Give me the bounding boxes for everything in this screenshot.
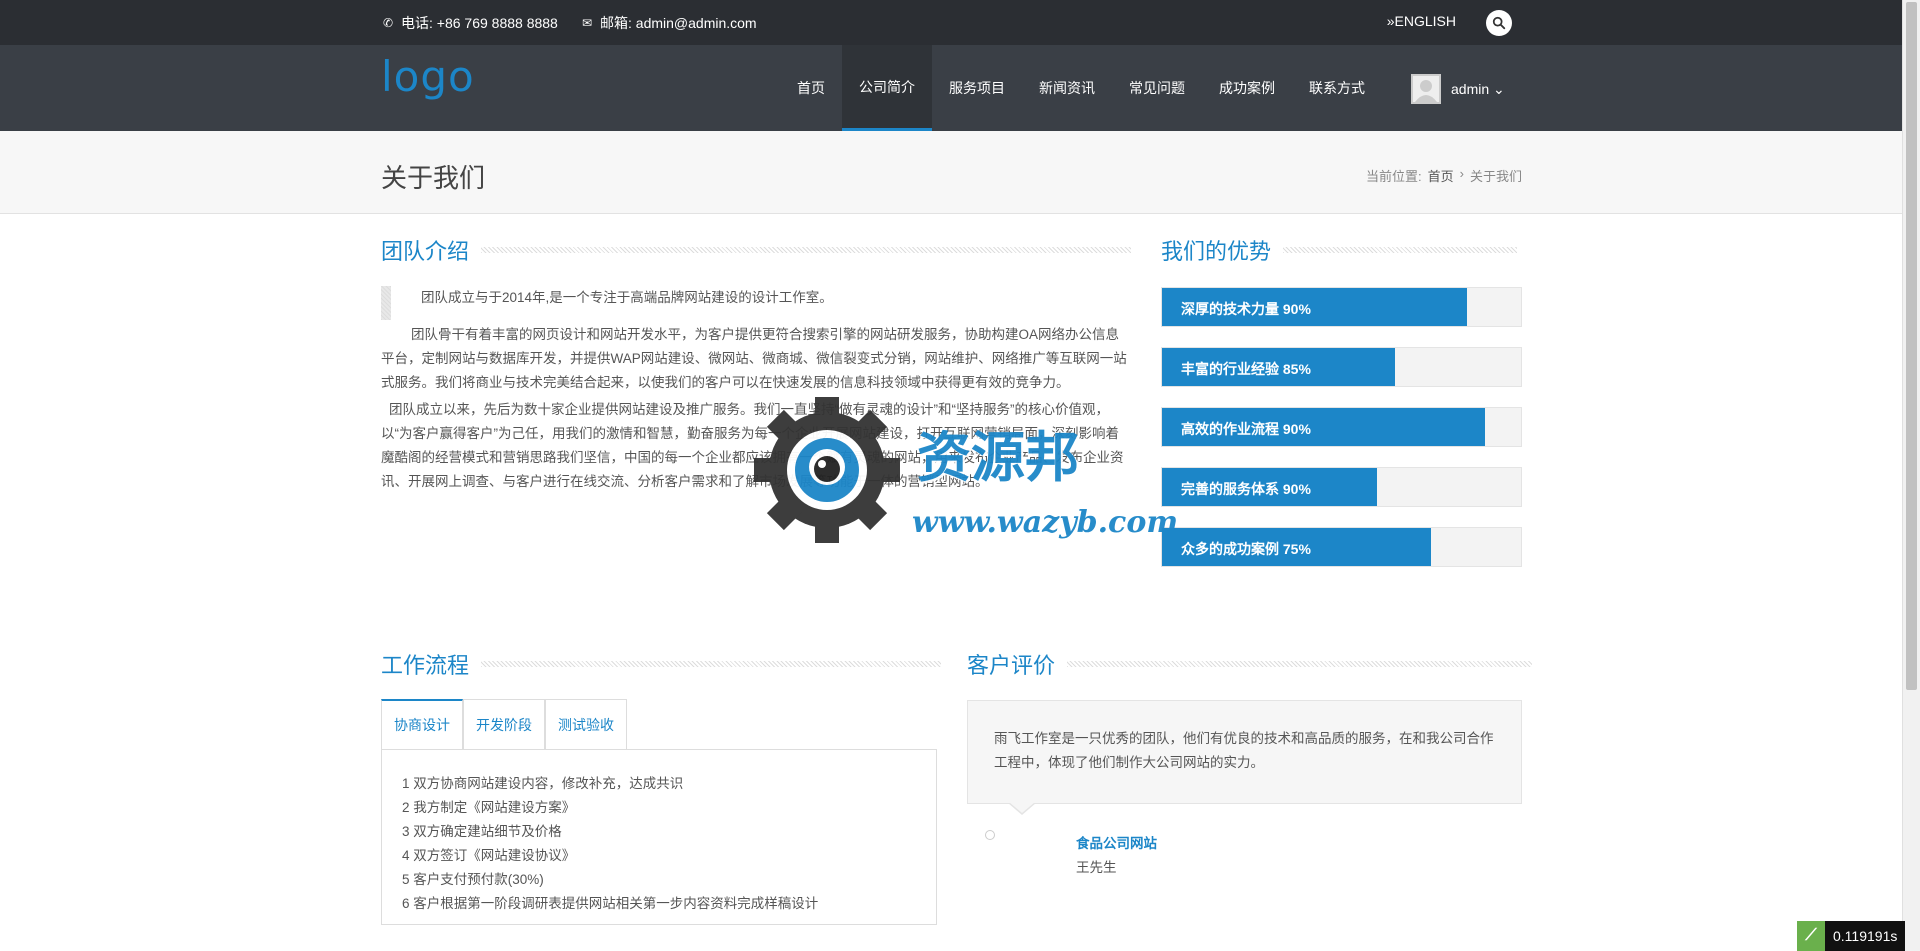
advantages-heading-text: 我们的优势 xyxy=(1161,239,1272,264)
team-paragraph-1: 团队骨干有着丰富的网页设计和网站开发水平，为客户提供更符合搜索引擎的网站研发服务… xyxy=(381,327,1127,390)
workflow-tab[interactable]: 开发阶段 xyxy=(463,699,545,749)
nav-item[interactable]: 成功案例 xyxy=(1202,45,1292,131)
workflow-step: 1 双方协商网站建设内容，修改补充，达成共识 xyxy=(402,776,684,791)
top-bar: ✆ 电话: +86 769 8888 8888 ✉ 邮箱: admin@admi… xyxy=(0,0,1902,45)
search-button[interactable] xyxy=(1486,10,1512,36)
advantage-label: 完善的服务体系 90% xyxy=(1181,481,1311,497)
timer-logo-icon: ⟋ xyxy=(1797,921,1825,951)
client-person: 王先生 xyxy=(1076,860,1117,875)
workflow-step: 5 客户支付预付款(30%) xyxy=(402,872,544,887)
advantages-heading: 我们的优势 xyxy=(1161,234,1518,266)
workflow-step: 3 双方确定建站细节及价格 xyxy=(402,824,562,839)
heading-divider xyxy=(481,661,942,667)
testimonial-arrow xyxy=(1008,802,1036,815)
workflow-tab[interactable]: 测试验收 xyxy=(545,699,627,749)
timer-value: 0.119191s xyxy=(1825,921,1906,951)
team-paragraph-2: 团队成立以来，先后为数十家企业提供网站建设及推广服务。我们一直坚持“做有灵魂的设… xyxy=(381,402,1124,489)
avatar xyxy=(1411,74,1441,104)
page-header: 关于我们 当前位置: 首页 › 关于我们 xyxy=(0,131,1902,214)
advantage-label: 众多的成功案例 75% xyxy=(1181,541,1311,557)
workflow-step: 4 双方签订《网站建设协议》 xyxy=(402,848,576,863)
mail-icon: ✉ xyxy=(581,16,593,30)
team-quote-text: 团队成立与于2014年,是一个专注于高端品牌网站建设的设计工作室。 xyxy=(421,290,833,305)
reviews-heading: 客户评价 xyxy=(967,648,1533,680)
scrollbar-thumb[interactable] xyxy=(1906,2,1917,690)
advantage-label: 高效的作业流程 90% xyxy=(1181,421,1311,437)
page-scrollbar[interactable] xyxy=(1902,0,1920,951)
page-title: 关于我们 xyxy=(381,163,486,193)
advantage-bar: 完善的服务体系 90% xyxy=(1161,467,1522,507)
phone-contact: ✆ 电话: +86 769 8888 8888 xyxy=(381,13,558,33)
breadcrumb: 当前位置: 首页 › 关于我们 xyxy=(1366,166,1522,185)
english-link[interactable]: »ENGLISH xyxy=(1387,13,1456,29)
advantage-bar: 深厚的技术力量 90% xyxy=(1161,287,1522,327)
nav-item[interactable]: 服务项目 xyxy=(932,45,1022,131)
testimonial-box: 雨飞工作室是一只优秀的团队，他们有优良的技术和高品质的服务，在和我公司合作工程中… xyxy=(967,700,1522,804)
team-quote: 团队成立与于2014年,是一个专注于高端品牌网站建设的设计工作室。 xyxy=(381,286,1130,320)
advantage-label: 深厚的技术力量 90% xyxy=(1181,301,1311,317)
site-logo[interactable]: logo xyxy=(381,52,475,101)
nav-item[interactable]: 联系方式 xyxy=(1292,45,1382,131)
user-menu[interactable]: admin ⌄ xyxy=(1411,74,1505,104)
advantage-bar: 众多的成功案例 75% xyxy=(1161,527,1522,567)
heading-divider xyxy=(481,247,1132,253)
heading-divider xyxy=(1283,247,1518,253)
watermark-url: www.wazyb.com xyxy=(912,505,1179,540)
workflow-heading: 工作流程 xyxy=(381,648,942,680)
client-name[interactable]: 食品公司网站 xyxy=(1076,832,1157,856)
advantage-bar: 高效的作业流程 90% xyxy=(1161,407,1522,447)
load-timer: ⟋ 0.119191s xyxy=(1797,921,1906,951)
workflow-tab[interactable]: 协商设计 xyxy=(381,699,463,749)
breadcrumb-current: 关于我们 xyxy=(1469,169,1522,184)
testimonial-dot xyxy=(985,830,995,840)
heading-divider xyxy=(1067,661,1533,667)
nav-item[interactable]: 公司简介 xyxy=(842,45,932,131)
nav-item[interactable]: 新闻资讯 xyxy=(1022,45,1112,131)
user-avatar-icon xyxy=(1415,80,1437,102)
workflow-step: 2 我方制定《网站建设方案》 xyxy=(402,800,576,815)
team-heading: 团队介绍 xyxy=(381,234,1132,266)
reviews-heading-text: 客户评价 xyxy=(967,653,1056,678)
workflow-heading-text: 工作流程 xyxy=(381,653,470,678)
testimonial-text: 雨飞工作室是一只优秀的团队，他们有优良的技术和高品质的服务，在和我公司合作工程中… xyxy=(994,731,1494,770)
team-heading-text: 团队介绍 xyxy=(381,239,470,264)
team-intro: 团队成立与于2014年,是一个专注于高端品牌网站建设的设计工作室。 团队骨干有着… xyxy=(381,286,1130,497)
phone-icon: ✆ xyxy=(382,16,394,30)
breadcrumb-home[interactable]: 首页 xyxy=(1428,166,1454,185)
email-contact: ✉ 邮箱: admin@admin.com xyxy=(580,13,757,33)
nav-item[interactable]: 首页 xyxy=(780,45,842,131)
advantage-bar: 丰富的行业经验 85% xyxy=(1161,347,1522,387)
email-text: 邮箱: admin@admin.com xyxy=(600,15,757,31)
workflow-step: 6 客户根据第一阶段调研表提供网站相关第一步内容资料完成样稿设计 xyxy=(402,896,819,911)
breadcrumb-prefix: 当前位置: xyxy=(1366,169,1422,184)
search-icon xyxy=(1492,16,1506,30)
nav-item[interactable]: 常见问题 xyxy=(1112,45,1202,131)
advantage-label: 丰富的行业经验 85% xyxy=(1181,361,1311,377)
workflow-tabs: 协商设计 开发阶段 测试验收 xyxy=(381,699,627,749)
main-nav: 首页 公司简介 服务项目 新闻资讯 常见问题 成功案例 联系方式 xyxy=(780,45,1382,131)
breadcrumb-separator: › xyxy=(1459,166,1464,181)
workflow-tab-panel: 1 双方协商网站建设内容，修改补充，达成共识 2 我方制定《网站建设方案》 3 双方… xyxy=(381,749,937,925)
phone-text: 电话: +86 769 8888 8888 xyxy=(401,15,558,31)
advantages-list: 深厚的技术力量 90% 丰富的行业经验 85% 高效的作业流程 90% 完善的服务体系… xyxy=(1161,287,1522,587)
testimonial-client: 食品公司网站 王先生 xyxy=(1076,832,1157,880)
username: admin ⌄ xyxy=(1451,80,1505,97)
